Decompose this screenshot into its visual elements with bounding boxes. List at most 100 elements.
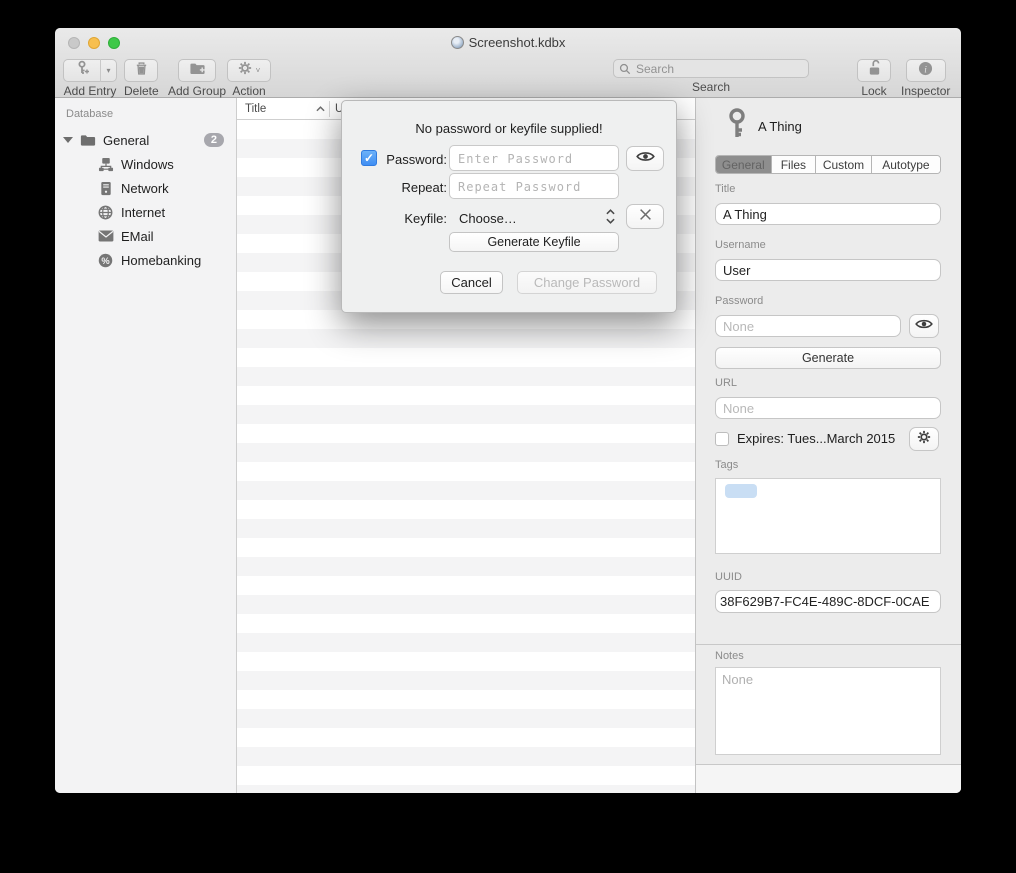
add-entry-button[interactable]: [63, 59, 100, 82]
percent-circle-icon: %: [97, 252, 114, 269]
title-field-label: Title: [715, 183, 735, 195]
window-title: Screenshot.kdbx: [55, 35, 961, 50]
envelope-icon: [97, 228, 114, 245]
svg-text:%: %: [101, 255, 110, 265]
expires-settings-button[interactable]: [909, 427, 939, 451]
sidebar-item-label: Homebanking: [121, 253, 201, 268]
change-password-label: Change Password: [534, 275, 640, 290]
inspector-footer: [696, 764, 961, 793]
sidebar-item-homebanking[interactable]: % Homebanking: [55, 248, 236, 272]
notes-divider: [696, 644, 961, 645]
dialog-keyfile-label: Keyfile:: [361, 211, 447, 226]
gear-icon: [917, 430, 931, 449]
tab-custom[interactable]: Custom: [816, 156, 872, 173]
expires-label: Expires: Tues...March 2015: [737, 431, 895, 446]
disclosure-triangle-icon[interactable]: [63, 137, 73, 143]
sidebar-item-general[interactable]: General 2: [55, 128, 236, 152]
notes-input[interactable]: [715, 667, 941, 755]
add-group-button[interactable]: [178, 59, 216, 82]
sidebar-section-header: Database: [66, 108, 113, 120]
action-button[interactable]: ˅: [227, 59, 271, 82]
entry-title: A Thing: [758, 119, 802, 134]
keyfile-popup-button[interactable]: Choose…: [459, 211, 517, 226]
inspector-button[interactable]: i: [906, 59, 946, 82]
tab-autotype[interactable]: Autotype: [872, 156, 940, 173]
clear-keyfile-button[interactable]: [626, 204, 664, 229]
search-icon: [619, 62, 631, 80]
sidebar-item-windows[interactable]: Windows: [55, 152, 236, 176]
toolbar: ▾ Add Entry Delete: [55, 56, 961, 98]
sidebar-item-internet[interactable]: Internet: [55, 200, 236, 224]
cancel-label: Cancel: [451, 275, 491, 290]
action-label: Action: [232, 84, 265, 98]
sidebar-item-network[interactable]: Network: [55, 176, 236, 200]
stepper-icon[interactable]: [606, 209, 615, 224]
cancel-button[interactable]: Cancel: [440, 271, 503, 294]
tag-chip[interactable]: [725, 484, 757, 498]
column-title-label: Title: [245, 103, 266, 115]
title-input[interactable]: [715, 203, 941, 225]
add-entry-dropdown[interactable]: ▾: [100, 59, 117, 82]
search-group: Search: [613, 59, 809, 94]
generate-keyfile-label: Generate Keyfile: [487, 235, 580, 249]
chevron-down-icon: ▾: [106, 66, 110, 75]
chevron-down-icon: ˅: [256, 66, 261, 75]
tab-label: Files: [781, 158, 806, 172]
url-field-label: URL: [715, 377, 737, 389]
uuid-input[interactable]: [715, 590, 941, 613]
dialog-repeat-input[interactable]: [449, 173, 619, 199]
column-header-title[interactable]: Title: [237, 103, 329, 115]
expires-checkbox[interactable]: [715, 432, 729, 446]
folder-icon: [79, 132, 96, 149]
tab-general[interactable]: General: [716, 156, 772, 173]
window-header: Screenshot.kdbx ▾ Add Entry: [55, 28, 961, 98]
add-group-group: Add Group: [168, 59, 226, 98]
lock-button[interactable]: [857, 59, 891, 82]
reveal-password-button[interactable]: [909, 314, 939, 338]
globe-icon: [97, 204, 114, 221]
close-x-icon: [639, 208, 652, 226]
key-icon: [726, 108, 748, 145]
sidebar-item-email[interactable]: EMail: [55, 224, 236, 248]
inspector-panel: A Thing General Files Custom Autotype Ti…: [695, 98, 961, 793]
eye-icon: [915, 317, 933, 335]
lock-label: Lock: [861, 84, 886, 98]
inspector-label: Inspector: [901, 84, 950, 98]
sidebar-item-label: General: [103, 133, 149, 148]
sidebar-item-label: Internet: [121, 205, 165, 220]
delete-button[interactable]: [124, 59, 158, 82]
search-input[interactable]: [613, 59, 809, 78]
change-password-button[interactable]: Change Password: [517, 271, 657, 294]
url-input[interactable]: [715, 397, 941, 419]
lock-group: Lock: [857, 59, 891, 98]
dialog-reveal-password-button[interactable]: [626, 146, 664, 171]
username-input[interactable]: [715, 259, 941, 281]
trash-icon: [134, 61, 149, 81]
tab-files[interactable]: Files: [772, 156, 817, 173]
generate-keyfile-button[interactable]: Generate Keyfile: [449, 232, 619, 252]
sidebar-item-label: Windows: [121, 157, 174, 172]
tags-field-label: Tags: [715, 459, 738, 471]
key-plus-icon: [74, 60, 90, 81]
svg-text:i: i: [924, 65, 927, 75]
info-icon: i: [918, 61, 933, 81]
sidebar-item-label: Network: [121, 181, 169, 196]
tab-label: Autotype: [882, 158, 929, 172]
keyfile-popup-value: Choose…: [459, 211, 517, 226]
action-group: ˅ Action: [227, 59, 271, 98]
entry-count-badge: 2: [204, 133, 224, 147]
dialog-password-label: Password:: [361, 152, 447, 167]
inspector-tabs: General Files Custom Autotype: [715, 155, 941, 174]
dialog-password-input[interactable]: [449, 145, 619, 171]
delete-group: Delete: [124, 59, 159, 98]
add-entry-label: Add Entry: [64, 84, 117, 98]
generate-password-button[interactable]: Generate: [715, 347, 941, 369]
search-label: Search: [692, 80, 730, 94]
password-input[interactable]: [715, 315, 901, 337]
add-entry-group: ▾ Add Entry: [63, 59, 117, 98]
notes-field-label: Notes: [715, 650, 744, 662]
tags-area[interactable]: [715, 478, 941, 554]
sidebar: Database General 2 Windows Network: [55, 98, 237, 793]
unlock-icon: [867, 60, 882, 81]
folder-plus-icon: [189, 61, 206, 81]
